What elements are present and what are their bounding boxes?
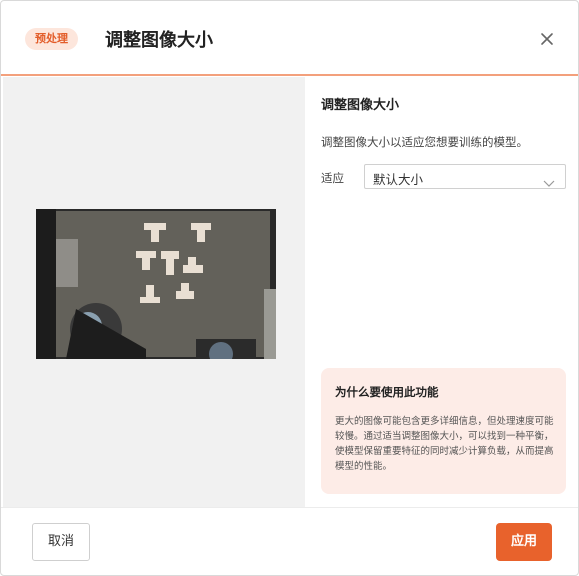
info-title: 为什么要使用此功能 [335,385,439,399]
info-text: 更大的图像可能包含更多详细信息，但处理速度可能较慢。通过适当调整图像大小，可以找… [335,416,554,472]
preview-pane [3,77,305,507]
dialog-title: 调整图像大小 [105,30,213,51]
settings-pane: 调整图像大小 调整图像大小以适应您想要训练的模型。 适应 默认大小 为什么要使用… [305,77,578,507]
fit-label: 适应 [321,171,344,185]
fit-select[interactable]: 默认大小 [364,164,566,189]
preprocess-badge: 预处理 [25,28,78,50]
chevron-down-icon [543,173,555,192]
section-title: 调整图像大小 [321,98,400,113]
cancel-button[interactable]: 取消 [32,523,90,561]
dialog-footer: 取消 应用 [1,507,578,575]
apply-button[interactable]: 应用 [496,523,552,561]
dialog-header: 预处理 调整图像大小 [1,1,578,76]
why-use-info-box: 为什么要使用此功能 更大的图像可能包含更多详细信息，但处理速度可能较慢。通过适当… [321,368,566,494]
image-preview [36,209,276,359]
resize-image-dialog: 预处理 调整图像大小 调整图像大小 调整图像大小以适应您想要训练的模型。 适应 … [0,0,579,576]
close-icon[interactable] [537,29,557,49]
resize-description: 调整图像大小以适应您想要训练的模型。 [321,135,528,149]
fit-select-value: 默认大小 [373,172,424,187]
